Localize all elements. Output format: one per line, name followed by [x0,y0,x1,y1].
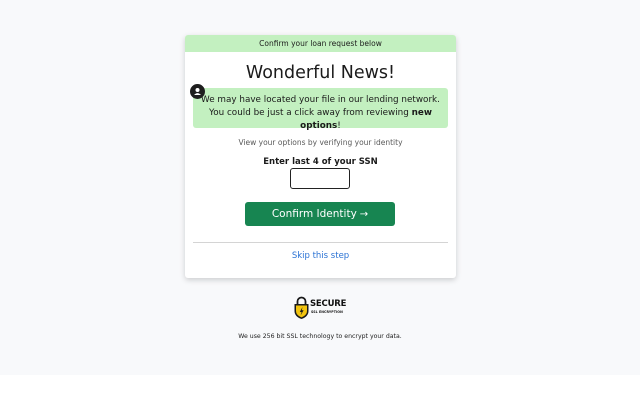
loan-confirmation-card: Confirm your loan request below Wonderfu… [185,35,456,278]
confirm-label: Confirm Identity [271,208,357,220]
badge-subtitle: SSL ENCRYPTION [311,310,343,314]
divider [193,242,448,243]
arrow-right-icon: → [359,208,369,220]
skip-step-link[interactable]: Skip this step [185,251,456,261]
footer-encryption-note: We use 256 bit SSL technology to encrypt… [238,333,402,340]
ssn-input[interactable] [290,168,350,189]
notice-text-end: ! [337,121,341,131]
badge-title: SECURE [310,299,347,309]
page-title: Wonderful News! [245,63,396,83]
verify-subtitle: View your options by verifying your iden… [238,138,403,147]
card-header: Confirm your loan request below [185,35,456,52]
secure-ssl-badge: SECURE SSL ENCRYPTION [293,296,349,320]
confirm-identity-button[interactable]: Confirm Identity → [245,202,395,226]
notice-text: We may have located your file in our len… [201,95,440,118]
user-avatar-icon [190,84,205,99]
padlock-shield-icon [294,296,309,319]
ssn-label: Enter last 4 of your SSN [263,157,378,167]
notice-box: We may have located your file in our len… [193,88,448,131]
